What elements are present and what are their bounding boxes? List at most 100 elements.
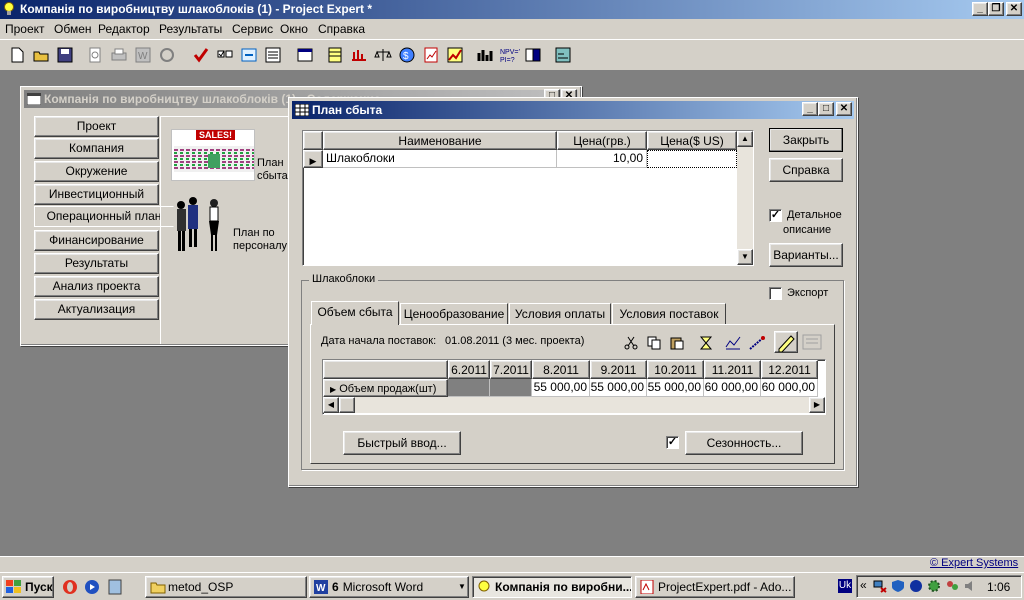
col-header-price-uah[interactable]: Цена(грв.) xyxy=(557,131,647,150)
globe-dollar-icon[interactable]: $ xyxy=(398,46,416,64)
plan-maximize-button[interactable]: □ xyxy=(818,102,834,116)
seasonality-button[interactable]: Сезонность... xyxy=(685,431,803,455)
balance-icon[interactable] xyxy=(374,46,392,64)
value-cell[interactable]: 55 000,00 xyxy=(590,379,647,397)
task-metod-osp[interactable]: metod_OSP xyxy=(145,576,307,598)
export-checkbox[interactable] xyxy=(769,287,782,300)
minimize-button[interactable]: _ xyxy=(972,2,988,16)
nav-project-analysis[interactable]: Анализ проекта xyxy=(34,276,159,297)
scroll-left-arrow-icon[interactable]: ◀ xyxy=(323,397,339,413)
menu-help[interactable]: Справка xyxy=(318,22,365,36)
trend-icon[interactable] xyxy=(749,336,765,350)
tab-pricing[interactable]: Ценообразование xyxy=(400,303,508,325)
monthly-grid[interactable]: 6.2011 7.2011 8.2011 9.2011 10.2011 11.2… xyxy=(322,359,826,415)
tab-delivery-terms[interactable]: Условия поставок xyxy=(612,303,726,325)
products-table[interactable]: Наименование Цена(грв.) Цена($ US) ▶ Шла… xyxy=(302,130,754,266)
nav-operational-plan[interactable]: Операционный план xyxy=(34,206,174,227)
col-header-name[interactable]: Наименование xyxy=(323,131,557,150)
menu-service[interactable]: Сервис xyxy=(232,22,273,36)
check-icon[interactable] xyxy=(192,46,210,64)
nav-company[interactable]: Компания xyxy=(34,138,159,159)
product-price-uah-cell[interactable]: 10,00 xyxy=(557,150,647,168)
tab-payment-terms[interactable]: Условия оплаты xyxy=(509,303,611,325)
help-button[interactable]: Справка xyxy=(769,158,843,182)
month-header[interactable]: 6.2011 xyxy=(448,360,490,379)
language-indicator[interactable]: Uk xyxy=(838,579,852,593)
actualization-icon[interactable] xyxy=(554,46,572,64)
restore-button[interactable]: ❐ xyxy=(988,2,1004,16)
plan-minimize-button[interactable]: _ xyxy=(802,102,818,116)
menu-project[interactable]: Проект xyxy=(5,22,45,36)
media-player-icon[interactable] xyxy=(84,579,100,595)
value-cell[interactable]: 55 000,00 xyxy=(532,379,590,397)
copyright-link[interactable]: © Expert Systems xyxy=(930,557,1018,569)
value-cell[interactable]: 55 000,00 xyxy=(647,379,704,397)
menu-results[interactable]: Результаты xyxy=(159,22,222,36)
properties-icon[interactable] xyxy=(158,46,176,64)
nav-project[interactable]: Проект xyxy=(34,116,159,137)
formula-icon[interactable] xyxy=(802,334,822,350)
personnel-plan-label[interactable]: План по персоналу xyxy=(233,227,293,253)
network-icon[interactable] xyxy=(873,579,887,593)
task-microsoft-word[interactable]: W 6 Microsoft Word ▼ xyxy=(309,576,469,598)
nav-results[interactable]: Результаты xyxy=(34,253,159,274)
col-header-price-usd[interactable]: Цена($ US) xyxy=(647,131,737,150)
print-preview-icon[interactable] xyxy=(86,46,104,64)
table-vscroll[interactable]: ▲ ▼ xyxy=(737,131,753,265)
value-cell[interactable]: 60 000,00 xyxy=(761,379,818,397)
new-file-icon[interactable] xyxy=(8,46,26,64)
scroll-down-arrow-icon[interactable]: ▼ xyxy=(737,249,753,265)
fill-hourglass-icon[interactable] xyxy=(699,336,715,350)
save-icon[interactable] xyxy=(56,46,74,64)
nav-financing[interactable]: Финансирование xyxy=(34,230,159,251)
month-header[interactable]: 7.2011 xyxy=(490,360,532,379)
menu-editor[interactable]: Редактор xyxy=(98,22,150,36)
sales-plan-picture[interactable]: SALES! xyxy=(171,129,255,181)
month-header[interactable]: 9.2011 xyxy=(590,360,647,379)
start-button[interactable]: Пуск xyxy=(2,576,54,598)
volume-icon[interactable] xyxy=(963,579,977,593)
menu-window[interactable]: Окно xyxy=(280,22,308,36)
value-cell[interactable] xyxy=(448,379,490,397)
plan-close-button[interactable]: ✕ xyxy=(836,102,852,116)
task-acrobat[interactable]: ProjectExpert.pdf - Ado... xyxy=(635,576,795,598)
close-button[interactable]: ✕ xyxy=(1006,2,1022,16)
npv-pi-icon[interactable]: NPV=?PI=? xyxy=(500,46,522,64)
product-name-cell[interactable]: Шлакоблоки xyxy=(323,150,557,168)
task-project-expert[interactable]: Компанія по виробни... xyxy=(472,576,632,598)
seasonality-checkbox[interactable]: ✓ xyxy=(666,436,679,449)
nav-environment[interactable]: Окружение xyxy=(34,161,159,182)
scroll-right-arrow-icon[interactable]: ▶ xyxy=(809,397,825,413)
cut-icon[interactable] xyxy=(624,336,638,350)
clock[interactable]: 1:06 xyxy=(987,580,1010,594)
refresh-icon[interactable] xyxy=(240,46,258,64)
line-chart-icon[interactable] xyxy=(725,336,741,350)
checklist-icon[interactable] xyxy=(216,46,234,64)
monte-carlo-icon[interactable] xyxy=(524,46,542,64)
personnel-plan-picture[interactable] xyxy=(171,195,231,255)
cashflow-chart-icon[interactable] xyxy=(350,46,368,64)
tab-sales-volume[interactable]: Объем сбыта xyxy=(311,301,399,325)
nav-investment-plan[interactable]: Инвестиционный план xyxy=(34,184,159,220)
nav-actualization[interactable]: Актуализация xyxy=(34,299,159,320)
shield-icon[interactable] xyxy=(891,579,905,593)
open-folder-icon[interactable] xyxy=(32,46,50,64)
month-header[interactable]: 12.2011 xyxy=(761,360,818,379)
report-icon[interactable] xyxy=(422,46,440,64)
product-price-usd-cell[interactable] xyxy=(647,150,737,168)
gear-icon[interactable] xyxy=(927,579,941,593)
edit-pencil-icon[interactable] xyxy=(774,331,798,353)
value-cell[interactable]: 60 000,00 xyxy=(704,379,761,397)
people-icon[interactable] xyxy=(945,579,959,593)
month-header[interactable]: 10.2011 xyxy=(647,360,704,379)
chart-icon[interactable] xyxy=(446,46,464,64)
print-icon[interactable] xyxy=(110,46,128,64)
quick-input-button[interactable]: Быстрый ввод... xyxy=(343,431,461,455)
sales-plan-window[interactable]: План сбыта _ □ ✕ Наименование Цена(грв.)… xyxy=(288,97,858,487)
copy-icon[interactable] xyxy=(647,336,661,350)
grid-hscroll[interactable]: ◀ ▶ xyxy=(323,397,825,413)
word-export-icon[interactable]: W xyxy=(134,46,152,64)
hscroll-thumb[interactable] xyxy=(339,397,355,413)
value-cell[interactable] xyxy=(490,379,532,397)
menu-exchange[interactable]: Обмен xyxy=(54,22,92,36)
